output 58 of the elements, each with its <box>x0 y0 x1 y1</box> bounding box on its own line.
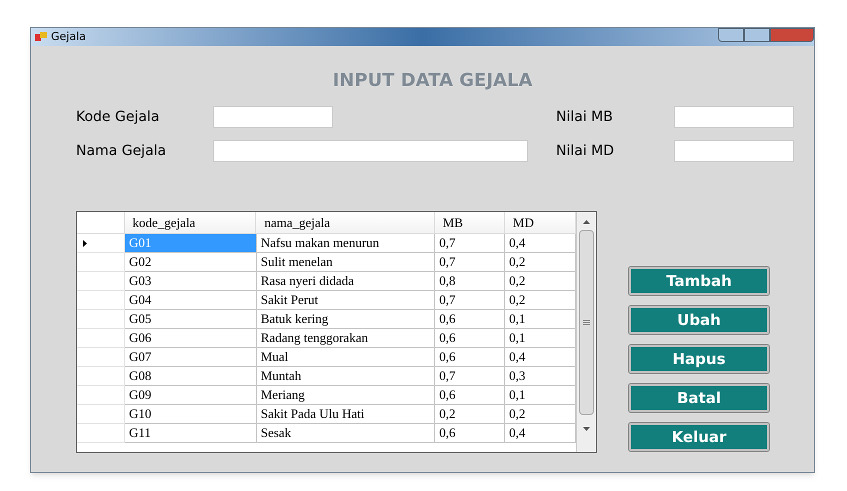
table-cell[interactable]: Radang tenggorakan <box>256 329 436 348</box>
action-button[interactable]: Hapus <box>629 345 769 373</box>
field-label: Kode Gejala <box>76 108 160 126</box>
table-cell[interactable]: 0,2 <box>505 405 576 424</box>
table-cell[interactable]: G09 <box>124 386 257 405</box>
table-cell[interactable]: 0,8 <box>435 272 506 291</box>
form-heading: INPUT DATA GEJALA <box>332 69 534 91</box>
table-cell[interactable]: 0,7 <box>435 253 506 272</box>
action-button[interactable]: Tambah <box>629 267 769 295</box>
column-header[interactable]: MB <box>434 212 505 234</box>
field-label: Nilai MB <box>556 108 614 126</box>
table-cell[interactable]: 0,1 <box>505 386 576 405</box>
table-cell[interactable]: 0,2 <box>505 253 576 272</box>
table-cell[interactable]: Rasa nyeri didada <box>256 272 436 291</box>
action-button[interactable]: Keluar <box>629 423 769 451</box>
table-cell[interactable]: 0,2 <box>435 405 506 424</box>
table-cell[interactable]: Sulit menelan <box>256 253 436 272</box>
table-cell[interactable]: 0,6 <box>435 386 506 405</box>
table-cell[interactable]: Batuk kering <box>256 310 436 329</box>
table-cell[interactable]: G05 <box>124 310 257 329</box>
table-cell[interactable]: 0,3 <box>505 367 576 386</box>
table-cell[interactable]: Meriang <box>256 386 436 405</box>
column-header[interactable]: nama_gejala <box>256 212 435 234</box>
column-header[interactable]: MD <box>504 212 576 234</box>
action-button[interactable]: Ubah <box>629 306 769 334</box>
table-cell[interactable]: 0,1 <box>505 329 576 348</box>
table-cell[interactable]: Sesak <box>256 424 436 443</box>
table-cell[interactable]: 0,1 <box>505 310 576 329</box>
table-cell[interactable]: 0,2 <box>505 272 576 291</box>
table-cell[interactable]: G03 <box>124 272 257 291</box>
table-cell[interactable]: G11 <box>124 424 257 443</box>
table-cell[interactable]: 0,4 <box>505 234 576 253</box>
action-button[interactable]: Batal <box>629 384 769 412</box>
table-cell[interactable]: Nafsu makan menurun <box>256 234 436 253</box>
table-cell[interactable]: 0,4 <box>505 348 576 367</box>
table-cell[interactable]: G07 <box>124 348 257 367</box>
table-cell[interactable]: 0,6 <box>435 348 506 367</box>
window-title: Gejala <box>51 28 86 45</box>
table-cell[interactable]: 0,2 <box>505 291 576 310</box>
table-cell[interactable]: 0,7 <box>435 367 506 386</box>
table-cell[interactable]: 0,7 <box>435 234 506 253</box>
table-cell[interactable]: 0,7 <box>435 291 506 310</box>
table-cell[interactable]: G04 <box>124 291 257 310</box>
column-header[interactable]: kode_gejala <box>124 212 256 234</box>
table-cell[interactable]: G08 <box>124 367 257 386</box>
table-cell[interactable]: Sakit Perut <box>256 291 436 310</box>
table-cell[interactable]: Sakit Pada Ulu Hati <box>256 405 436 424</box>
table-cell[interactable]: G06 <box>124 329 257 348</box>
table-cell[interactable]: 0,6 <box>435 310 506 329</box>
table-cell[interactable]: G02 <box>124 253 257 272</box>
table-cell[interactable]: Mual <box>256 348 436 367</box>
table-cell[interactable]: G10 <box>124 405 257 424</box>
field-label: Nilai MD <box>556 142 616 160</box>
table-cell[interactable]: 0,6 <box>435 424 506 443</box>
table-cell[interactable]: 0,6 <box>435 329 506 348</box>
table-cell[interactable]: 0,4 <box>505 424 576 443</box>
table-cell[interactable]: Muntah <box>256 367 436 386</box>
field-label: Nama Gejala <box>76 142 168 160</box>
